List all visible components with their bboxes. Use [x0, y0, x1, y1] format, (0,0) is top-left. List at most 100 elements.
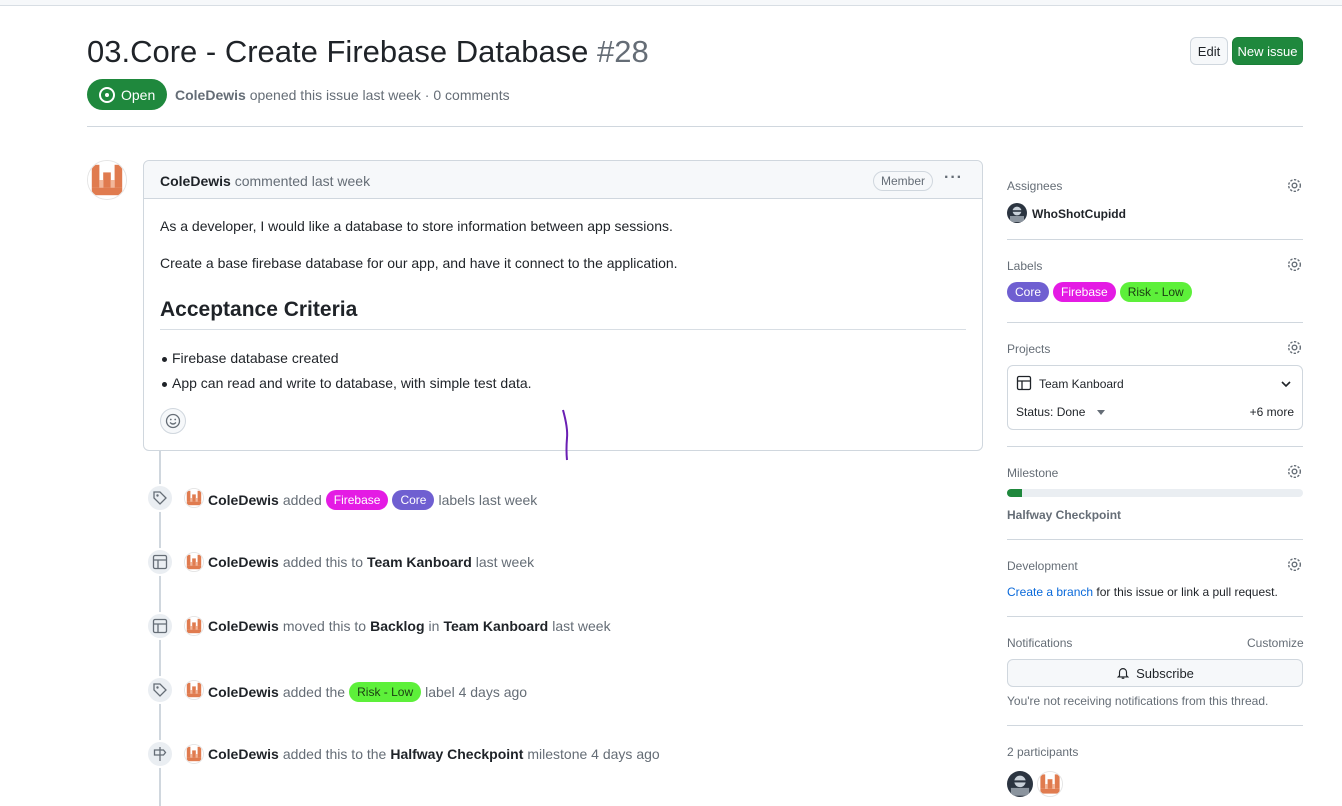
sidebar-divider: [1007, 725, 1303, 726]
chevron-down-icon[interactable]: [1279, 377, 1293, 391]
acceptance-criteria-heading: Acceptance Criteria: [160, 298, 358, 321]
edit-button[interactable]: Edit: [1190, 37, 1228, 65]
timeline-event-text: ColeDewis added this to Team Kanboard la…: [208, 554, 534, 570]
triangle-down-icon: [1096, 410, 1105, 416]
milestone-name[interactable]: Halfway Checkpoint: [1007, 508, 1121, 522]
smiley-icon: [165, 413, 181, 429]
timeline-event: ColeDewis added Firebase Core labels las…: [146, 484, 986, 512]
sidebar-divider: [1007, 239, 1303, 240]
criteria-item: App can read and write to database, with…: [162, 375, 532, 391]
author-avatar[interactable]: [87, 160, 127, 200]
actor-avatar[interactable]: [184, 744, 204, 764]
actor-link[interactable]: ColeDewis: [208, 746, 279, 762]
projects-heading: Projects: [1007, 342, 1051, 356]
participants-heading: 2 participants: [1007, 745, 1079, 759]
timeline-event-text: ColeDewis added Firebase Core labels las…: [208, 490, 537, 510]
add-reaction-button[interactable]: [160, 408, 186, 434]
sidebar-divider: [1007, 446, 1303, 447]
label-core[interactable]: Core: [392, 490, 435, 510]
actor-link[interactable]: ColeDewis: [208, 554, 279, 570]
timeline-event-text: ColeDewis added the Risk - Low label 4 d…: [208, 682, 527, 702]
customize-link[interactable]: Customize: [1247, 636, 1304, 650]
event-tail: labels last week: [438, 492, 538, 508]
event-tail: last week: [475, 554, 535, 570]
project-link[interactable]: Team Kanboard: [443, 618, 548, 634]
event-verb: added: [282, 492, 322, 508]
actor-link[interactable]: ColeDewis: [208, 684, 279, 700]
issue-open-icon: [99, 86, 115, 103]
table-icon: [1016, 375, 1032, 391]
new-issue-button[interactable]: New issue: [1232, 37, 1303, 65]
column-name: Backlog: [370, 618, 425, 634]
labels-list: Core Firebase Risk - Low: [1007, 282, 1192, 302]
issue-meta: ColeDewis opened this issue last week · …: [175, 87, 510, 103]
participant-avatar[interactable]: [1037, 771, 1063, 797]
project-status[interactable]: Status: Done: [1016, 405, 1105, 419]
issue-state-badge: Open: [87, 79, 167, 110]
event-verb: added this to: [282, 554, 363, 570]
tag-icon: [146, 676, 174, 704]
label-firebase[interactable]: Firebase: [325, 490, 389, 510]
assignees-gear-icon[interactable]: [1286, 177, 1303, 194]
actor-avatar[interactable]: [184, 616, 204, 636]
project-name[interactable]: Team Kanboard: [1039, 377, 1124, 391]
issue-state-label: Open: [121, 86, 156, 103]
comment-menu-icon[interactable]: ···: [944, 169, 963, 187]
event-verb: added this to the: [282, 746, 387, 762]
development-heading: Development: [1007, 559, 1078, 573]
milestone-link[interactable]: Halfway Checkpoint: [390, 746, 523, 762]
sidebar-divider: [1007, 616, 1303, 617]
comment-paragraph-1: As a developer, I would like a database …: [160, 218, 673, 234]
actor-avatar[interactable]: [184, 552, 204, 572]
event-tail: milestone 4 days ago: [527, 746, 660, 762]
bell-icon: [1116, 668, 1130, 679]
assignee-avatar[interactable]: [1007, 203, 1027, 223]
sidebar-divider: [1007, 539, 1303, 540]
timeline-event: ColeDewis added this to the Halfway Chec…: [146, 740, 986, 768]
event-in: in: [428, 618, 440, 634]
event-verb: added the: [282, 684, 346, 700]
actor-avatar[interactable]: [184, 488, 204, 508]
label-firebase[interactable]: Firebase: [1053, 282, 1116, 302]
comment-author-link[interactable]: ColeDewis: [160, 173, 231, 189]
timeline-event-text: ColeDewis moved this to Backlog in Team …: [208, 618, 611, 634]
development-gear-icon[interactable]: [1286, 556, 1303, 573]
sidebar-divider: [1007, 322, 1303, 323]
event-tail: last week: [552, 618, 611, 634]
milestone-icon: [146, 740, 174, 768]
heading-rule: [160, 329, 966, 330]
label-risk-low[interactable]: Risk - Low: [1119, 282, 1192, 302]
create-branch-link[interactable]: Create a branch: [1007, 585, 1093, 599]
comment-paragraph-2: Create a base firebase database for our …: [160, 255, 678, 271]
actor-link[interactable]: ColeDewis: [208, 492, 279, 508]
comment-header: ColeDewis commented last week Member ···: [144, 161, 982, 199]
author-avatar-image: [88, 161, 126, 199]
timeline-event: ColeDewis added this to Team Kanboard la…: [146, 548, 986, 576]
assignee-name[interactable]: WhoShotCupidd: [1032, 207, 1126, 221]
project-link[interactable]: Team Kanboard: [367, 554, 472, 570]
development-rest: for this issue or link a pull request.: [1096, 585, 1278, 599]
issue-author-link[interactable]: ColeDewis: [175, 87, 246, 103]
actor-link[interactable]: ColeDewis: [208, 618, 279, 634]
tag-icon: [146, 484, 174, 512]
subscribe-label: Subscribe: [1136, 665, 1194, 681]
event-verb: moved this to: [282, 618, 367, 634]
issue-number: #28: [597, 34, 649, 69]
subscribe-button[interactable]: Subscribe: [1007, 659, 1303, 687]
milestone-gear-icon[interactable]: [1286, 463, 1303, 480]
participant-avatar[interactable]: [1007, 771, 1033, 797]
timeline-event: ColeDewis added the Risk - Low label 4 d…: [146, 676, 986, 704]
projects-gear-icon[interactable]: [1286, 339, 1303, 356]
label-risk-low[interactable]: Risk - Low: [349, 682, 422, 702]
project-card: Team Kanboard Status: Done +6 more: [1007, 365, 1303, 430]
milestone-heading: Milestone: [1007, 466, 1059, 480]
timeline-event-text: ColeDewis added this to the Halfway Chec…: [208, 746, 660, 762]
development-text: Create a branch for this issue or link a…: [1007, 585, 1278, 599]
actor-avatar[interactable]: [184, 680, 204, 700]
labels-gear-icon[interactable]: [1286, 256, 1303, 273]
comment-timestamp[interactable]: commented last week: [235, 173, 370, 189]
label-core[interactable]: Core: [1007, 282, 1050, 302]
criteria-item: Firebase database created: [162, 350, 339, 366]
assignees-heading: Assignees: [1007, 179, 1063, 193]
project-more[interactable]: +6 more: [1250, 405, 1294, 419]
